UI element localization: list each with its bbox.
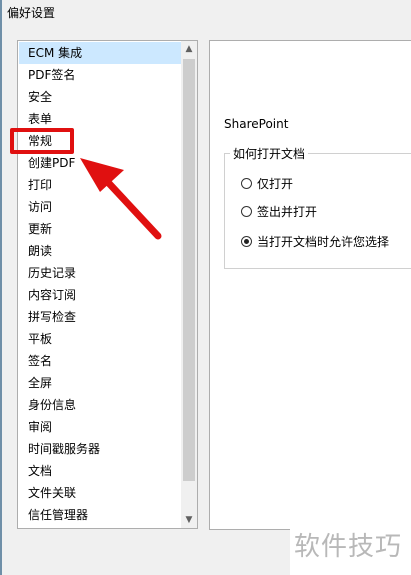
radio-label: 当打开文档时允许您选择 [257,235,390,249]
radio-label: 仅打开 [257,177,294,191]
radio-open-only[interactable]: 仅打开 [241,175,293,192]
radio-label: 签出并打开 [257,205,318,219]
radio-button[interactable] [241,236,252,247]
radio-button[interactable] [241,178,252,189]
radio-checkout-open[interactable]: 签出并打开 [241,203,317,220]
settings-panel [209,40,411,530]
watermark: 软件技巧 [290,525,411,575]
group-title: 如何打开文档 [230,145,309,162]
radio-button[interactable] [241,206,252,217]
radio-allow-choose[interactable]: 当打开文档时允许您选择 [241,233,389,250]
section-title: SharePoint [224,117,289,131]
